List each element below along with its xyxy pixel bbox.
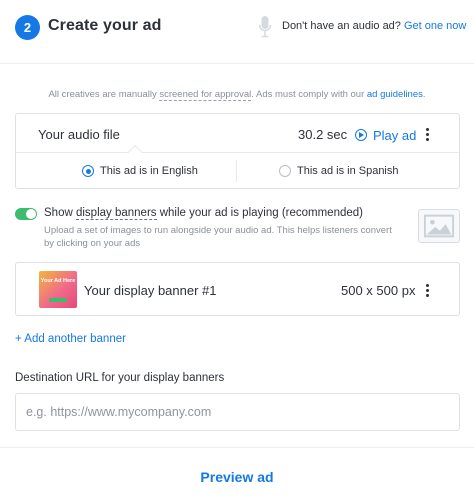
thumbnail-text: Your Ad Here [40, 278, 76, 284]
play-ad-button[interactable]: Play ad [355, 126, 416, 144]
preview-ad-button[interactable]: Preview ad [0, 469, 474, 485]
microphone-icon [258, 16, 272, 38]
language-option-spanish[interactable]: This ad is in Spanish [279, 165, 399, 177]
show-prefix: Show [44, 207, 76, 219]
play-circle-icon [355, 129, 367, 141]
radio-spanish[interactable] [279, 165, 291, 177]
audio-duration: 30.2 sec [298, 127, 348, 142]
banner-size: 500 x 500 px [341, 283, 416, 298]
audio-file-label: Your audio file [38, 127, 120, 142]
step-header: 2 Create your ad Don't have an audio ad?… [0, 0, 474, 58]
no-audio-prompt: Don't have an audio ad? Get one now [282, 20, 466, 32]
audio-file-card: Your audio file 30.2 sec Play ad This ad… [15, 113, 460, 189]
get-one-now-link[interactable]: Get one now [404, 20, 466, 32]
radio-english[interactable] [82, 165, 94, 177]
more-vertical-icon[interactable] [426, 128, 430, 142]
divider [0, 63, 474, 64]
page-title: Create your ad [48, 17, 162, 34]
thumbnail-cta [49, 298, 67, 302]
no-audio-text: Don't have an audio ad? [282, 20, 401, 32]
disclaimer-suffix: . [422, 89, 426, 100]
destination-url-label: Destination URL for your display banners [15, 372, 225, 384]
add-another-banner-button[interactable]: + Add another banner [15, 333, 126, 345]
disclaimer-middle: . Ads must comply with our [251, 89, 367, 100]
language-label-english: This ad is in English [100, 165, 198, 177]
play-ad-label: Play ad [373, 127, 417, 143]
disclaimer-prefix: All creatives are manually [48, 89, 160, 100]
show-suffix: while your ad is playing (recommended) [156, 207, 363, 219]
display-banners-label: Show display banners while your ad is pl… [44, 207, 363, 220]
language-divider [236, 160, 237, 182]
destination-url-input[interactable] [15, 393, 460, 431]
image-placeholder-icon [418, 209, 460, 243]
caret-indicator [127, 144, 143, 160]
display-banners-help: Upload a set of images to run alongside … [44, 225, 392, 249]
banner-name: Your display banner #1 [84, 283, 217, 298]
language-option-english[interactable]: This ad is in English [82, 165, 198, 177]
display-banners-link[interactable]: display banners [75, 207, 157, 220]
language-label-spanish: This ad is in Spanish [297, 165, 399, 177]
divider [0, 447, 474, 448]
display-banners-toggle[interactable] [15, 208, 37, 220]
screened-for-approval-link[interactable]: screened for approval [159, 89, 252, 101]
ad-guidelines-link[interactable]: ad guidelines [367, 89, 423, 100]
step-number-badge: 2 [15, 15, 40, 40]
banner-card: Your Ad Here Your display banner #1 500 … [15, 262, 460, 316]
card-divider [16, 152, 459, 153]
approval-disclaimer: All creatives are manually screened for … [0, 89, 474, 101]
banner-thumbnail: Your Ad Here [39, 271, 77, 308]
more-vertical-icon[interactable] [426, 284, 430, 298]
